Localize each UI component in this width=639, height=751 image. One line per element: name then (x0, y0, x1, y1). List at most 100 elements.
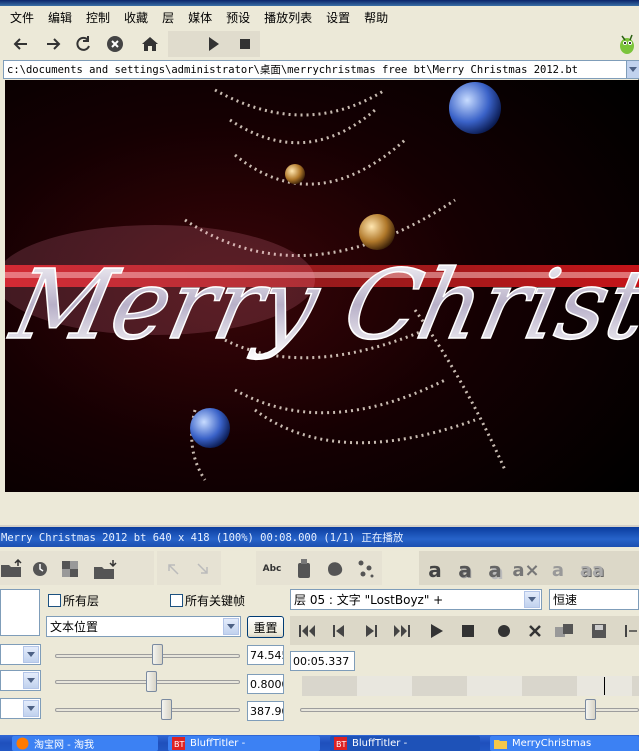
delete-key-button[interactable] (524, 620, 546, 642)
chevron-down-icon (227, 624, 235, 629)
arrow-up-left-icon (168, 564, 179, 575)
save-file-button[interactable] (92, 557, 120, 581)
menu-settings[interactable]: 设置 (326, 9, 350, 26)
letter-a-icon: a (428, 558, 442, 582)
play-button[interactable] (200, 31, 226, 57)
dots-layer-button[interactable] (354, 557, 378, 581)
text-style-3-button[interactable]: a (483, 558, 507, 582)
splash-icon (328, 562, 343, 576)
prev-keyframe-button[interactable] (328, 620, 350, 642)
channel-select-1[interactable] (0, 644, 41, 665)
time-slider-thumb[interactable] (585, 699, 596, 720)
reset-button[interactable]: 重置 (247, 616, 284, 638)
value-slider-3-thumb[interactable] (161, 699, 172, 720)
menu-presets[interactable]: 预设 (226, 9, 250, 26)
text-style-5-button[interactable]: a (545, 559, 571, 581)
svg-text:BT: BT (174, 740, 184, 749)
taskbar-item-folder[interactable]: MerryChristmas (490, 736, 639, 751)
property-select-arrow[interactable] (223, 618, 239, 635)
copy-key-button[interactable] (554, 620, 576, 642)
windows-taskbar: 淘宝网 - 淘我 BT BluffTitler - BT BluffTitler… (0, 735, 639, 751)
value-field-1-text: 74.545 (250, 648, 283, 662)
mosaic-icon (62, 561, 78, 577)
menu-favorites[interactable]: 收藏 (124, 9, 148, 26)
address-dropdown-button[interactable] (626, 61, 639, 78)
goto-end-marker-button[interactable] (620, 620, 639, 642)
value-field-3[interactable]: 387.90 (247, 701, 284, 721)
bottle-icon (298, 559, 310, 578)
blufftitler-status-bar[interactable]: Merry Christmas 2012 bt 640 x 418 (100%)… (0, 527, 639, 547)
channel-select-2[interactable] (0, 670, 41, 691)
arrow-down-right-button[interactable] (193, 559, 213, 579)
go-end-button[interactable] (391, 620, 413, 642)
refresh-icon (76, 36, 90, 51)
record-dot-icon (498, 625, 510, 637)
timeline-track[interactable] (302, 676, 639, 696)
taskbar-item-blufftitler-2[interactable]: BT BluffTitler - (330, 736, 480, 751)
greeting-text: Merry Christmas (5, 249, 639, 361)
save-key-button[interactable] (588, 620, 610, 642)
stop-load-button[interactable] (102, 31, 128, 57)
value-field-2[interactable]: 0.8000 (247, 674, 284, 694)
blufftitler-icon: BT (334, 737, 347, 750)
layer-select-arrow[interactable] (524, 591, 540, 608)
channel-select-3-arrow[interactable] (23, 700, 39, 717)
end-marker-icon (625, 625, 637, 637)
text-layer-button[interactable]: Abc (258, 559, 286, 579)
menu-help[interactable]: 帮助 (364, 9, 388, 26)
taskbar-item-blufftitler-1[interactable]: BT BluffTitler - (168, 736, 320, 751)
channel-select-2-arrow[interactable] (23, 672, 39, 689)
open-file-button[interactable] (0, 557, 24, 581)
timeline-playhead[interactable] (604, 677, 605, 695)
layer-list[interactable] (0, 589, 40, 636)
go-start-button[interactable] (296, 620, 318, 642)
speed-select[interactable]: 恒速 (549, 589, 639, 610)
picture-layer-button[interactable] (292, 557, 316, 581)
layer-select[interactable]: 层 05 : 文字 "LostBoyz" + (290, 589, 542, 610)
menu-edit[interactable]: 编辑 (48, 9, 72, 26)
text-style-2-button[interactable]: a (453, 558, 477, 582)
value-field-1[interactable]: 74.545 (247, 645, 284, 665)
arrow-up-left-button[interactable] (163, 559, 183, 579)
all-layers-checkbox[interactable] (48, 594, 61, 607)
value-slider-2-thumb[interactable] (146, 671, 158, 692)
channel-select-1-arrow[interactable] (23, 646, 39, 663)
stop-button[interactable] (232, 31, 258, 57)
menu-control[interactable]: 控制 (86, 9, 110, 26)
timer-button[interactable] (28, 557, 52, 581)
skip-start-icon (299, 625, 315, 637)
all-keyframes-checkbox[interactable] (170, 594, 183, 607)
layer-select-value: 层 05 : 文字 "LostBoyz" + (294, 593, 444, 607)
chevron-down-icon (27, 678, 35, 683)
menu-media[interactable]: 媒体 (188, 9, 212, 26)
refresh-button[interactable] (70, 31, 96, 57)
step-forward-icon (366, 625, 377, 637)
mosaic-button[interactable] (58, 557, 84, 581)
back-button[interactable] (8, 31, 34, 57)
text-style-4-button[interactable]: a× (512, 559, 539, 581)
particle-layer-button[interactable] (322, 557, 348, 581)
forward-button[interactable] (40, 31, 66, 57)
channel-select-3[interactable] (0, 698, 41, 719)
time-field[interactable]: 00:05.337 (290, 651, 355, 671)
home-button[interactable] (137, 31, 163, 57)
layer-type-toolbar: Abc (256, 551, 382, 585)
address-field[interactable]: c:\documents and settings\administrator\… (3, 60, 639, 79)
menu-layer[interactable]: 层 (162, 9, 174, 26)
folder-down-icon (94, 560, 117, 579)
value-slider-1-thumb[interactable] (151, 644, 163, 665)
menu-file[interactable]: 文件 (10, 9, 34, 26)
taskbar-item-taobao[interactable]: 淘宝网 - 淘我 (12, 736, 158, 751)
chevron-down-icon (27, 652, 35, 657)
property-select[interactable]: 文本位置 (46, 616, 241, 637)
chevron-down-icon (528, 597, 536, 602)
next-keyframe-button[interactable] (360, 620, 382, 642)
menu-playlist[interactable]: 播放列表 (264, 9, 312, 26)
nav-arrows-toolbar (157, 551, 221, 585)
play-button[interactable] (426, 620, 448, 642)
text-style-1-button[interactable]: a (423, 558, 447, 582)
floppy-disk-icon (592, 624, 606, 638)
text-style-6-button[interactable]: aa (577, 559, 607, 581)
stop-button[interactable] (457, 620, 479, 642)
record-button[interactable] (493, 620, 515, 642)
